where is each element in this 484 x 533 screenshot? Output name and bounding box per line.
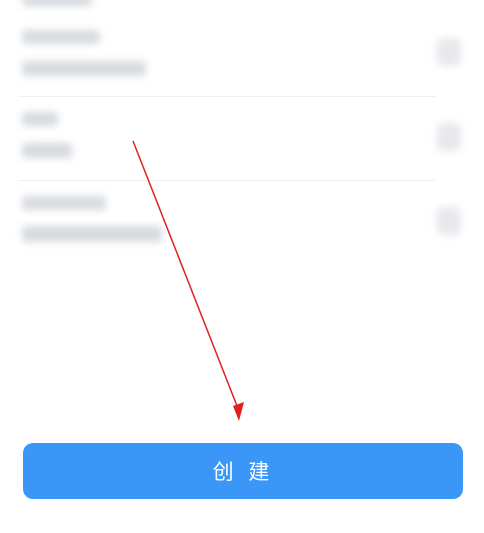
row-divider	[18, 180, 436, 181]
screen: 创 建	[0, 0, 484, 533]
row-divider	[18, 96, 436, 97]
row-0-value-blurred	[22, 0, 92, 6]
chevron-right-icon	[437, 207, 461, 235]
arrow-head	[233, 402, 244, 421]
chevron-right-icon	[437, 38, 461, 66]
row-2-title-blurred	[22, 112, 58, 126]
create-button[interactable]: 创 建	[23, 443, 463, 499]
row-3-value-blurred	[22, 226, 162, 242]
row-2-value-blurred	[22, 143, 72, 158]
create-button-label: 创 建	[212, 460, 274, 484]
row-1-value-blurred	[22, 61, 146, 76]
arrow-shaft	[132, 140, 240, 412]
chevron-right-icon	[437, 123, 461, 151]
row-3-title-blurred	[22, 196, 106, 210]
row-1-title-blurred	[22, 30, 100, 44]
